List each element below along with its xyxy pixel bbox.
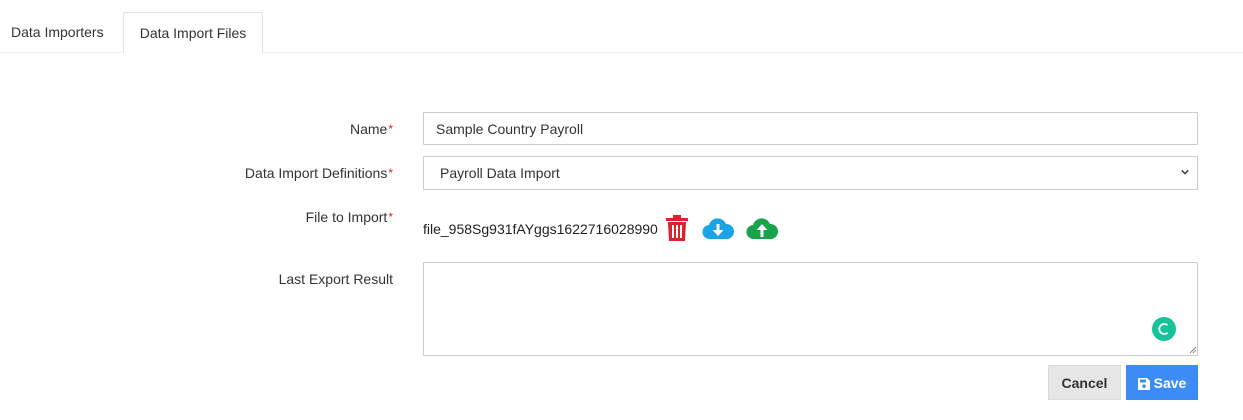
last-export-label: Last Export Result [278,271,393,287]
last-export-result-textarea[interactable] [423,262,1198,356]
tab-bar: Data Importers Data Import Files [0,0,1243,53]
save-button-label: Save [1153,375,1187,391]
definitions-label-text: Data Import Definitions [244,165,388,181]
floppy-disk-icon [1137,378,1150,390]
tab-data-importers[interactable]: Data Importers [0,12,122,52]
required-marker: * [388,122,393,136]
grammarly-icon[interactable] [1152,317,1176,341]
name-input[interactable] [423,112,1198,145]
definitions-selected-value: Payroll Data Import [440,165,560,181]
resize-handle-icon[interactable] [1187,344,1197,354]
name-label: Name* [350,121,393,137]
file-to-import-row: file_958Sg931fAYggs1622716028990 [423,212,778,246]
cancel-button[interactable]: Cancel [1048,365,1121,400]
file-label: File to Import* [306,209,393,225]
required-marker: * [388,166,393,180]
file-label-text: File to Import [305,209,388,225]
tab-data-import-files[interactable]: Data Import Files [123,12,263,53]
save-button[interactable]: Save [1126,365,1198,400]
definitions-label: Data Import Definitions* [245,165,393,181]
trash-icon[interactable] [665,214,688,244]
chevron-down-icon [1181,169,1189,175]
required-marker: * [388,210,393,224]
name-label-text: Name [349,121,388,137]
cloud-download-icon[interactable] [702,217,734,242]
definitions-select[interactable]: Payroll Data Import [423,156,1198,190]
cloud-upload-icon[interactable] [746,217,778,242]
file-name: file_958Sg931fAYggs1622716028990 [423,221,658,237]
